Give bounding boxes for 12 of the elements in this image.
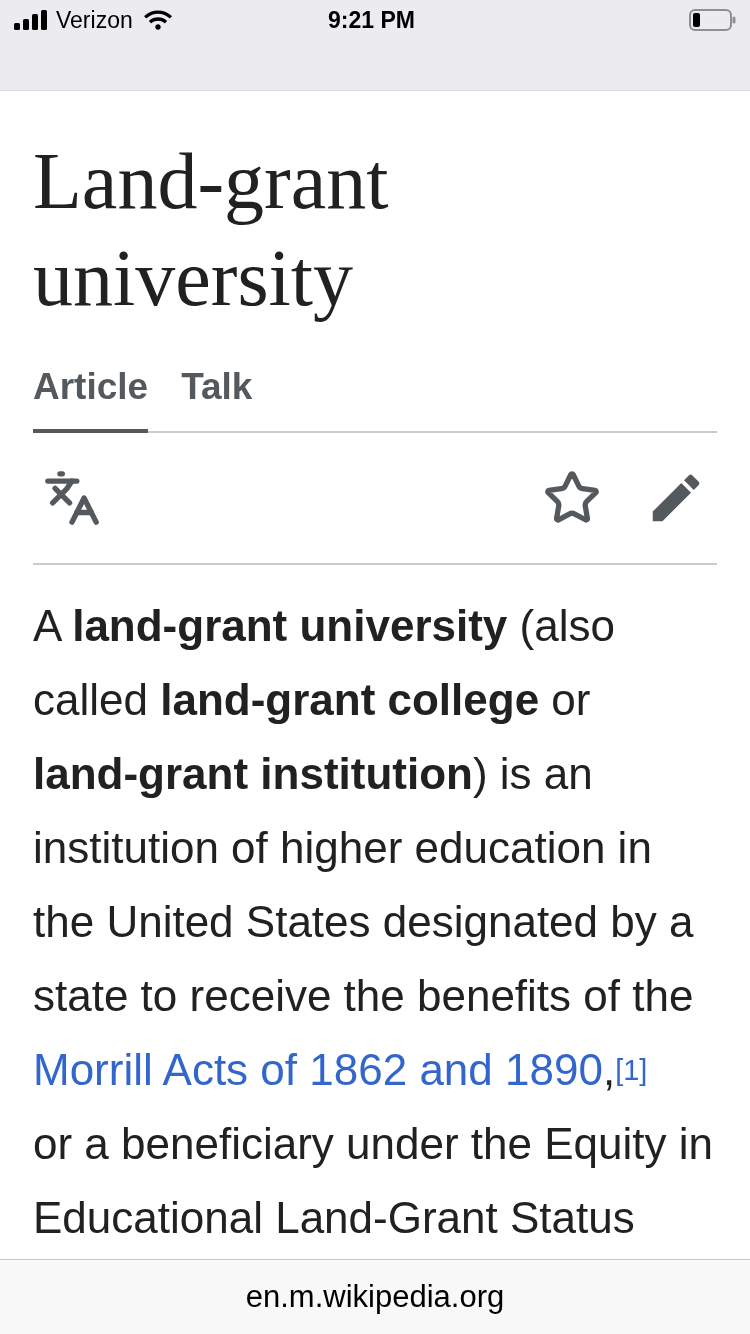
translate-icon	[43, 469, 101, 527]
url-text[interactable]: en.m.wikipedia.org	[245, 1279, 505, 1315]
status-time: 9:21 PM	[328, 6, 415, 34]
article-link[interactable]: Morrill Acts of 1862 and 1890	[33, 1045, 603, 1094]
battery-icon	[689, 9, 736, 31]
footnote-link[interactable]: [1]	[615, 1054, 648, 1086]
signal-icon	[14, 10, 48, 30]
tab[interactable]: Article	[33, 367, 149, 433]
tab[interactable]: Talk	[181, 367, 253, 433]
carrier-name: Verizon	[56, 6, 133, 34]
article-title: Land-grant university	[33, 136, 390, 324]
wifi-icon	[142, 9, 173, 31]
